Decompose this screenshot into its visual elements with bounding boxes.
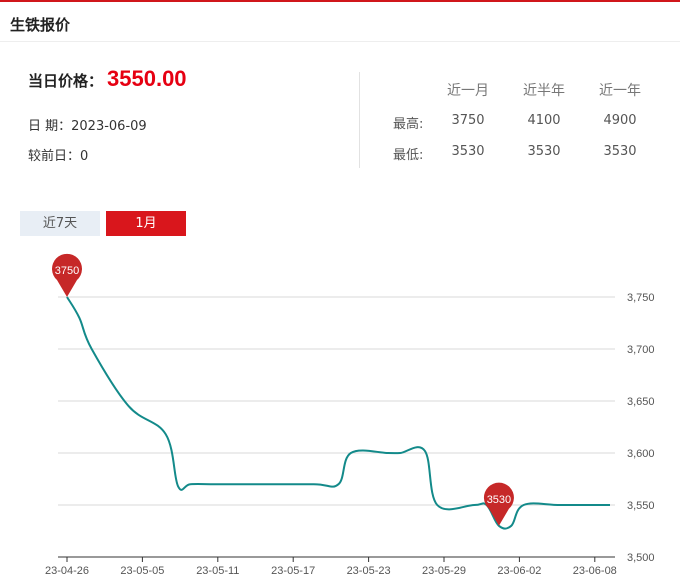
x-tick-label: 23-06-02 bbox=[497, 565, 541, 577]
stat-low-halfyear: 3530 bbox=[527, 144, 561, 159]
y-tick-label: 3,500 bbox=[627, 552, 655, 564]
y-tick-label: 3,650 bbox=[627, 396, 655, 408]
price-series-line bbox=[66, 296, 610, 530]
x-tick-label: 23-05-05 bbox=[120, 565, 164, 577]
x-tick-label: 23-05-11 bbox=[196, 565, 239, 577]
stat-low-month: 3530 bbox=[451, 144, 485, 159]
current-price: 当日价格： 3550.00 bbox=[28, 66, 187, 92]
pin-label: 3750 bbox=[55, 265, 79, 277]
date-row: 日 期：2023-06-09 bbox=[28, 115, 147, 134]
stat-high-year: 4900 bbox=[603, 113, 637, 128]
summary-divider bbox=[359, 72, 360, 168]
price-label: 当日价格： bbox=[28, 72, 104, 90]
x-tick-label: 23-04-26 bbox=[45, 565, 89, 577]
change-value: 0 bbox=[80, 149, 89, 164]
change-row: 较前日：0 bbox=[28, 145, 88, 164]
pin-label: 3530 bbox=[487, 494, 511, 506]
date-label: 日 期： bbox=[28, 119, 72, 134]
price-value: 3550.00 bbox=[107, 66, 187, 91]
y-tick-label: 3,600 bbox=[627, 448, 655, 460]
panel-header: 生铁报价 bbox=[0, 2, 680, 42]
change-label: 较前日： bbox=[28, 149, 81, 164]
price-line-chart: 3,500 3,550 3,600 3,650 3,700 3,750 23-04-26 23… bbox=[45, 253, 655, 577]
panel-title: 生铁报价 bbox=[10, 16, 71, 34]
y-tick-label: 3,750 bbox=[627, 292, 655, 304]
tab-1-month[interactable]: 1月 bbox=[106, 211, 186, 236]
y-tick-label: 3,550 bbox=[627, 500, 655, 512]
x-tick-label: 23-05-23 bbox=[347, 565, 391, 577]
stat-col-halfyear: 近半年 bbox=[523, 83, 565, 99]
x-tick-label: 23-05-17 bbox=[271, 565, 315, 577]
stat-low-year: 3530 bbox=[603, 144, 637, 159]
stat-col-month: 近一月 bbox=[447, 83, 489, 99]
stat-high-halfyear: 4100 bbox=[527, 113, 561, 128]
x-tick-label: 23-06-08 bbox=[573, 565, 617, 577]
x-tick-label: 23-05-29 bbox=[422, 565, 466, 577]
stat-high-month: 3750 bbox=[451, 113, 485, 128]
date-value: 2023-06-09 bbox=[71, 119, 147, 134]
stat-col-year: 近一年 bbox=[599, 83, 641, 99]
y-tick-label: 3,700 bbox=[627, 344, 655, 356]
tab-7-days[interactable]: 近7天 bbox=[20, 211, 100, 236]
